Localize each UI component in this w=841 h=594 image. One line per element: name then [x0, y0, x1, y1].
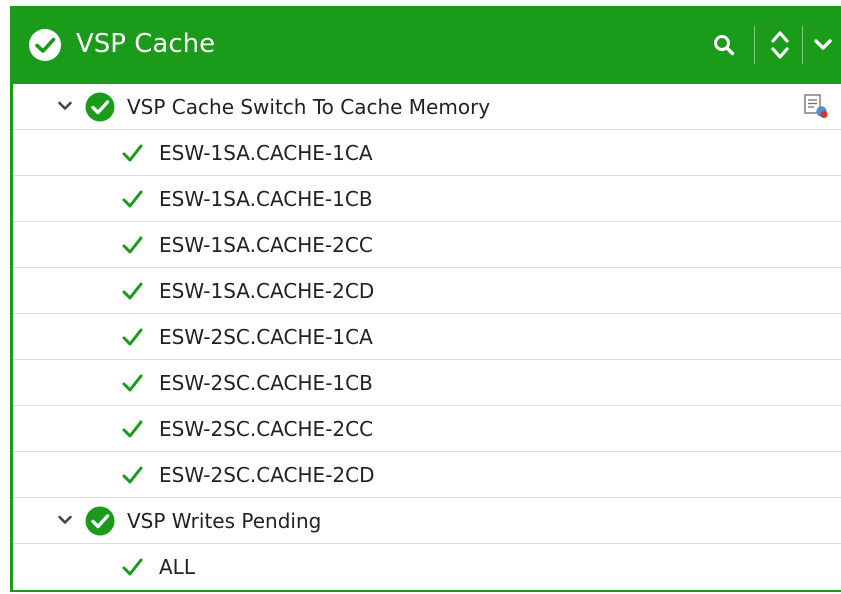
- check-icon: [122, 282, 143, 300]
- tree-item-label: ESW-2SC.CACHE-1CB: [159, 371, 373, 395]
- search-icon: [714, 35, 735, 56]
- check-circle-icon: [85, 506, 115, 536]
- cache-tree: VSP Cache Switch To Cache Memory ESW-1SA…: [13, 84, 841, 590]
- check-icon: [122, 190, 143, 208]
- check-circle-icon: [29, 29, 61, 61]
- tree-item-label: ESW-2SC.CACHE-2CD: [159, 463, 375, 487]
- tree-item-label: ESW-1SA.CACHE-2CD: [159, 279, 375, 303]
- sort-button[interactable]: [760, 24, 800, 66]
- check-icon: [122, 420, 143, 438]
- chevron-down-icon[interactable]: [57, 98, 73, 114]
- panel-title: VSP Cache: [76, 29, 216, 59]
- tree-item-row[interactable]: ESW-1SA.CACHE-2CD: [13, 268, 841, 314]
- tree-item-label: ESW-1SA.CACHE-2CC: [159, 233, 373, 257]
- chevron-down-icon: [814, 39, 832, 50]
- tree-group-label: VSP Writes Pending: [127, 509, 322, 533]
- tree-item-row[interactable]: ESW-2SC.CACHE-2CC: [13, 406, 841, 452]
- report-alert-icon[interactable]: [803, 93, 829, 119]
- tree-item-label: ESW-2SC.CACHE-2CC: [159, 417, 374, 441]
- check-icon: [122, 328, 143, 346]
- tree-item-label: ESW-1SA.CACHE-1CA: [159, 141, 373, 165]
- tree-item-row[interactable]: ESW-1SA.CACHE-2CC: [13, 222, 841, 268]
- check-icon: [122, 466, 143, 484]
- check-icon: [122, 236, 143, 254]
- tree-item-row[interactable]: ESW-1SA.CACHE-1CA: [13, 130, 841, 176]
- tree-group-row[interactable]: VSP Cache Switch To Cache Memory: [13, 84, 841, 130]
- tree-item-row[interactable]: ESW-2SC.CACHE-1CB: [13, 360, 841, 406]
- tree-item-label: ALL: [159, 555, 195, 579]
- chevron-down-icon[interactable]: [57, 512, 73, 528]
- panel-bottom-border: [13, 590, 841, 592]
- tree-group-label: VSP Cache Switch To Cache Memory: [127, 95, 491, 119]
- sort-icon: [771, 31, 789, 59]
- check-circle-icon: [85, 92, 115, 122]
- tree-item-label: ESW-2SC.CACHE-1CA: [159, 325, 373, 349]
- tree-item-row[interactable]: ESW-2SC.CACHE-2CD: [13, 452, 841, 498]
- tree-item-label: ESW-1SA.CACHE-1CB: [159, 187, 373, 211]
- tree-item-row[interactable]: ALL: [13, 544, 841, 590]
- tree-item-row[interactable]: ESW-2SC.CACHE-1CA: [13, 314, 841, 360]
- check-icon: [122, 558, 143, 576]
- vsp-cache-panel: VSP Cache VSP Cache Switch To Cache Memo…: [10, 6, 841, 592]
- collapse-button[interactable]: [808, 24, 838, 66]
- tree-group-row[interactable]: VSP Writes Pending: [13, 498, 841, 544]
- search-button[interactable]: [706, 24, 742, 66]
- check-icon: [122, 374, 143, 392]
- check-icon: [122, 144, 143, 162]
- tree-item-row[interactable]: ESW-1SA.CACHE-1CB: [13, 176, 841, 222]
- header-divider: [802, 26, 803, 64]
- panel-header[interactable]: VSP Cache: [10, 6, 841, 84]
- header-divider: [754, 26, 755, 64]
